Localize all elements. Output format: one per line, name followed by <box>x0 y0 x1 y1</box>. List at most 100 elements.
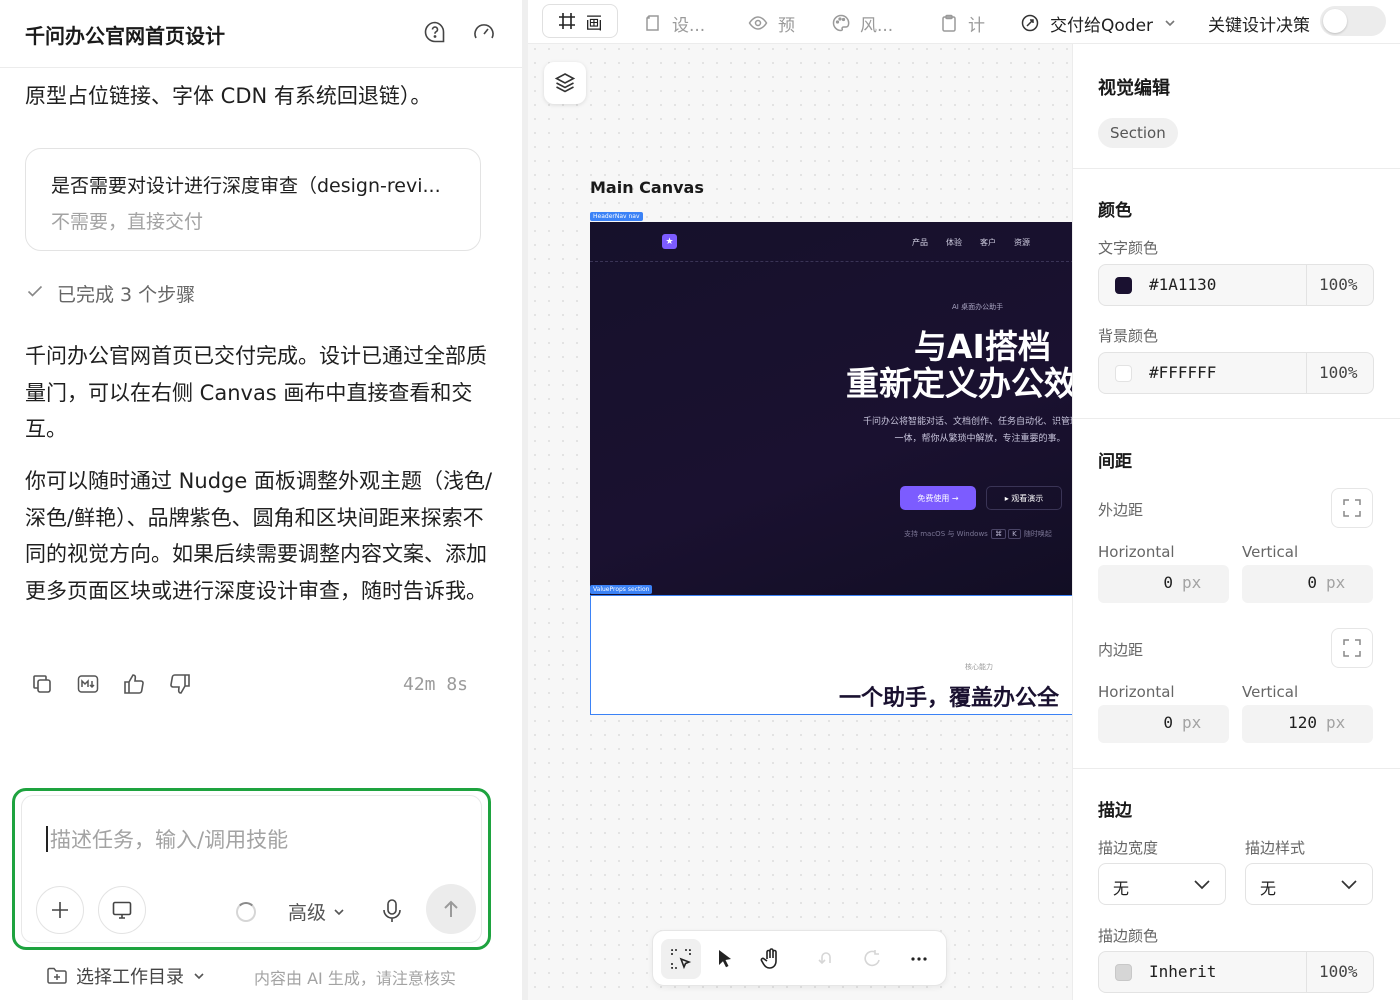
decisions-toggle[interactable] <box>1320 6 1386 36</box>
support-os: 支持 macOS 与 Windows <box>904 530 988 538</box>
tab-plan[interactable]: 计 <box>940 10 985 36</box>
margin-horizontal-label: Horizontal <box>1098 543 1175 561</box>
undo-button[interactable] <box>806 939 846 979</box>
colors-heading: 颜色 <box>1098 201 1132 221</box>
divider <box>1073 418 1400 419</box>
tab-label: 设... <box>672 15 706 36</box>
text-color-opacity[interactable]: 100% <box>1319 275 1358 294</box>
value: 120 <box>1288 713 1317 732</box>
stroke-color-swatch[interactable] <box>1115 964 1132 981</box>
handoff-qoder-button[interactable]: 交付给Qoder <box>1020 10 1177 36</box>
bg-color-hex[interactable]: #FFFFFF <box>1149 363 1216 382</box>
frame-icon <box>558 13 575 29</box>
screen-context-button[interactable] <box>98 886 146 934</box>
copy-icon[interactable] <box>30 672 54 696</box>
select-area-tool[interactable] <box>661 939 701 979</box>
bg-color-swatch[interactable] <box>1115 365 1132 382</box>
section-title: 一个助手，覆盖办公全 <box>839 686 1060 711</box>
workspace-selector[interactable]: 选择工作目录 <box>46 963 206 989</box>
chevron-down-icon <box>1341 880 1357 890</box>
markdown-icon[interactable] <box>76 672 100 696</box>
hero-nav[interactable]: ★ 产品 体验 客户 资源 <box>590 222 1072 262</box>
value-props-tag: ValueProps section <box>590 585 653 594</box>
thumbs-up-icon[interactable] <box>122 672 146 696</box>
chevron-down-icon <box>1194 880 1210 890</box>
loading-spinner-icon <box>236 902 256 922</box>
more-horizontal-icon <box>911 957 927 961</box>
padding-horizontal-input[interactable]: 0 px <box>1098 705 1229 743</box>
nav-link[interactable]: 体验 <box>946 237 962 248</box>
stroke-color-value[interactable]: Inherit <box>1149 962 1216 981</box>
tab-style[interactable]: 风... <box>832 10 893 36</box>
stroke-color-field[interactable]: Inherit 100% <box>1098 951 1374 993</box>
tab-canvas[interactable]: 画 <box>542 4 618 38</box>
microphone-icon[interactable] <box>380 898 404 924</box>
thumbs-down-icon[interactable] <box>168 672 192 696</box>
bg-color-opacity[interactable]: 100% <box>1319 363 1358 382</box>
chat-input-inner[interactable]: 描述任务，输入/调用技能 高级 <box>21 795 482 943</box>
layers-icon <box>554 73 576 93</box>
redo-button[interactable] <box>851 939 891 979</box>
cta-secondary-button[interactable]: ▸ 观看演示 <box>986 486 1062 510</box>
tab-label: 风... <box>860 15 894 36</box>
stroke-width-select[interactable]: 无 <box>1098 863 1226 905</box>
unit: px <box>1182 573 1202 592</box>
text-color-hex[interactable]: #1A1130 <box>1149 275 1216 294</box>
plus-icon <box>52 902 68 918</box>
unit: px <box>1326 573 1346 592</box>
stroke-style-select[interactable]: 无 <box>1245 863 1373 905</box>
selected-value: 无 <box>1260 879 1277 898</box>
chevron-down-icon <box>1165 20 1175 27</box>
help-chat-icon[interactable] <box>423 20 447 44</box>
margin-horizontal-input[interactable]: 0 px <box>1098 565 1229 603</box>
tab-design[interactable]: 设... <box>644 10 705 36</box>
nav-link[interactable]: 产品 <box>912 237 928 248</box>
value: 0 <box>1163 573 1173 592</box>
hero-section-preview[interactable]: ★ 产品 体验 客户 资源 AI 桌面办公助手 与AI搭档 重新定义办公效 千问… <box>590 222 1072 596</box>
chevron-down-icon <box>334 908 344 915</box>
nav-link[interactable]: 客户 <box>980 237 996 248</box>
workspace-label: 选择工作目录 <box>76 967 184 988</box>
value-props-section-preview[interactable]: 核心能力 一个助手，覆盖办公全 <box>590 595 1072 715</box>
nav-link[interactable]: 资源 <box>1014 237 1030 248</box>
hand-tool[interactable] <box>751 939 791 979</box>
margin-vertical-input[interactable]: 0 px <box>1242 565 1373 603</box>
canvas-tool-bar <box>652 930 947 986</box>
check-icon <box>25 281 45 306</box>
padding-vertical-label: Vertical <box>1242 683 1299 701</box>
pointer-tool[interactable] <box>705 939 745 979</box>
design-canvas[interactable]: Main Canvas HeaderNav nav ★ 产品 体验 客户 资源 … <box>528 0 1072 1000</box>
text-color-field[interactable]: #1A1130 100% <box>1098 264 1374 306</box>
send-button[interactable] <box>426 884 476 934</box>
tab-label: 预 <box>778 15 795 36</box>
cta-primary-button[interactable]: 免费使用 → <box>900 486 976 510</box>
padding-expand-button[interactable] <box>1331 628 1373 668</box>
margin-vertical-label: Vertical <box>1242 543 1299 561</box>
question-card[interactable]: 是否需要对设计进行深度审查（design-revi... 不需要，直接交付 <box>25 148 481 251</box>
text-color-swatch[interactable] <box>1115 277 1132 294</box>
add-attachment-button[interactable] <box>36 886 84 934</box>
hero-support-text: 支持 macOS 与 Windows ⌘ K 随时唤起 <box>904 529 1052 539</box>
expand-corners-icon <box>1343 639 1361 657</box>
more-options-button[interactable] <box>899 939 939 979</box>
bg-color-field[interactable]: #FFFFFF 100% <box>1098 352 1374 394</box>
advanced-label: 高级 <box>288 902 327 924</box>
tab-preview[interactable]: 预 <box>748 10 795 36</box>
chevron-down-icon <box>194 973 204 980</box>
chat-input-placeholder[interactable]: 描述任务，输入/调用技能 <box>50 824 288 854</box>
layers-button[interactable] <box>544 62 586 104</box>
advanced-mode-select[interactable]: 高级 <box>288 898 346 925</box>
canvas-top-toolbar: 画 设... 预 风... 计 交付给Qoder 关键设计决策 <box>528 0 1400 44</box>
message-paragraph-1: 千问办公官网首页已交付完成。设计已通过全部质量门，可以在右侧 Canvas 画布… <box>25 344 487 441</box>
stroke-color-label: 描边颜色 <box>1098 927 1159 945</box>
chat-panel: 千问办公官网首页设计 原型占位链接、字体 CDN 有系统回退链）。 是否需要对设… <box>0 0 522 1000</box>
canvas-label: Main Canvas <box>590 178 704 197</box>
margin-expand-button[interactable] <box>1331 488 1373 528</box>
clipboard-icon <box>942 14 956 32</box>
stroke-color-opacity[interactable]: 100% <box>1319 962 1358 981</box>
gauge-icon[interactable] <box>472 20 496 44</box>
handoff-label: 交付给Qoder <box>1050 15 1154 36</box>
steps-completed[interactable]: 已完成 3 个步骤 <box>25 280 195 307</box>
header-nav-tag: HeaderNav nav <box>590 212 643 221</box>
padding-vertical-input[interactable]: 120 px <box>1242 705 1373 743</box>
